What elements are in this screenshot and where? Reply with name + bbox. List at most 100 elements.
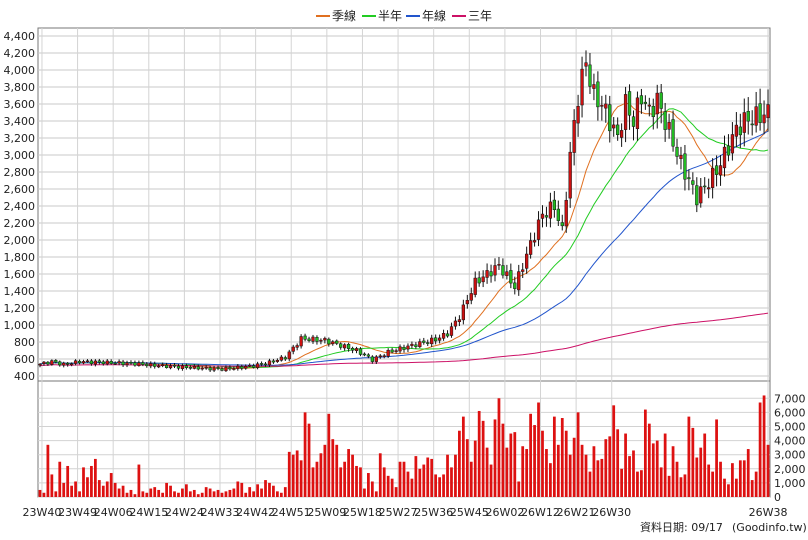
candle-down [283,357,287,360]
volume-bar [442,474,445,497]
price-tick-label: 4,400 [4,30,36,43]
volume-bar [703,433,707,497]
volume-bar [137,464,141,497]
volume-bar [663,433,667,497]
volume-bar [699,447,703,497]
candle-up [718,165,723,176]
candle-up [299,336,303,347]
time-tick-label: 24W51 [272,506,311,519]
volume-bar [276,491,279,497]
volume-bar [406,471,410,497]
candle-up [655,92,659,115]
price-axis-ticks: 4,400 4,200 4,000 3,800 3,600 3,400 3,200 3,000… [4,30,36,383]
price-tick-label: 1,200 [4,302,36,315]
candle-down [426,342,430,344]
volume-bar [596,460,600,497]
volume-bar [287,451,291,497]
candle-up [38,363,42,366]
time-tick-label: 24W06 [94,506,133,519]
volume-bar [509,433,513,497]
volume-bar [161,492,165,497]
volume-bar [78,491,81,497]
volume-bar [382,467,386,497]
volume-bar [42,492,46,497]
candle-down [588,64,592,87]
volume-bar [256,484,259,497]
volume-bar [422,464,426,497]
volume-bar [70,485,74,497]
volume-bar [545,449,548,497]
candle-down [509,270,513,284]
volume-bar [394,487,398,497]
volume-bar [145,492,149,497]
volume-bar [473,440,477,497]
candle-up [600,105,604,107]
volume-bar [264,480,267,497]
volume-tick-label: 2,000 [774,463,806,476]
candle-down [758,103,762,123]
candle-down [390,349,394,353]
volume-bar [679,477,683,497]
price-tick-label: 2,600 [4,183,36,196]
volume-bar [113,482,117,497]
legend-item-threeyear: 三年 [452,9,492,23]
volume-bar [675,461,679,497]
candle-down [703,185,707,188]
candle-up [576,106,580,124]
volume-bar [426,457,430,497]
candle-down [434,337,438,342]
candle-up [592,84,596,89]
volume-bar [157,489,161,497]
volume-bar [624,433,627,497]
time-tick-label: 26W38 [749,506,788,519]
price-tick-label: 600 [14,353,35,366]
price-tick-label: 2,400 [4,200,36,213]
volume-bar [153,487,157,497]
volume-bar [295,450,299,497]
volume-bar [450,467,453,497]
candle-up [212,367,216,371]
price-tick-label: 2,000 [4,234,36,247]
candle-down [208,367,212,371]
volume-bar [643,409,647,497]
time-tick-label: 25W36 [414,506,453,519]
time-tick-label: 24W24 [165,506,204,519]
time-tick-label: 26W30 [592,506,631,519]
volume-bar [612,405,616,497]
candle-up [699,186,703,204]
candle-up [157,365,161,368]
candle-up [536,219,541,240]
volume-bar [315,461,319,497]
candle-up [81,361,86,364]
price-tick-label: 3,000 [4,149,36,162]
candle-down [259,363,264,365]
volume-bar [367,473,370,497]
candle-up [497,264,501,266]
volume-bar [742,460,746,497]
candle-up [430,337,434,345]
candle-down [489,271,493,277]
volume-bar [378,453,382,497]
candle-down [188,367,192,369]
volume-bar [331,439,335,497]
volume-bar [204,487,208,497]
volume-bar [556,444,560,497]
candle-down [54,360,58,363]
candle-down [726,145,731,156]
candle-down [129,362,133,364]
candle-down [639,95,644,105]
volume-bar [224,491,228,497]
candle-up [255,363,260,368]
time-tick-label: 24W15 [129,506,168,519]
time-tick-label: 25W18 [343,506,382,519]
volume-bar [374,491,378,497]
candle-up [73,360,78,364]
candle-up [521,269,525,272]
volume-bar [244,492,248,497]
candle-down [77,360,82,364]
candle-up [485,270,489,278]
candle-down [176,365,181,369]
volume-bar [552,416,556,497]
volume-bar [667,475,671,497]
price-tick-label: 2,200 [4,217,36,230]
